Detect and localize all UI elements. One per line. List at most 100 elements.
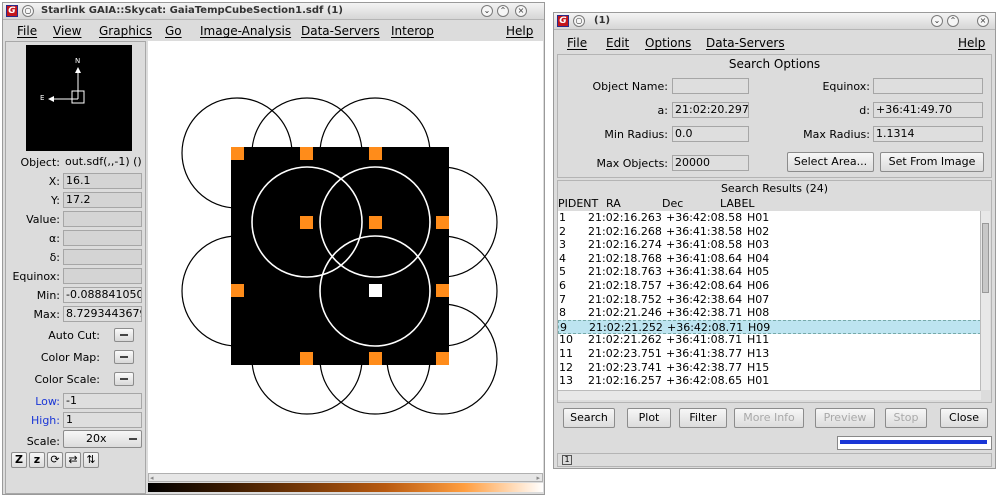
colorbar[interactable] xyxy=(148,483,543,492)
cell-dec: +36:41:08.58 xyxy=(666,238,743,252)
table-row[interactable]: 6 21:02:18.757 +36:42:08.64 H06 xyxy=(558,279,981,293)
table-row[interactable]: 13 21:02:16.257 +36:42:08.65 H01 xyxy=(558,374,981,388)
more-info-button[interactable]: More Info xyxy=(734,408,804,428)
compass-north-label: N xyxy=(75,57,81,65)
cell-ra: 21:02:16.274 xyxy=(588,238,662,252)
column-header-ra[interactable]: RA xyxy=(606,197,621,210)
column-header-label[interactable]: LABEL xyxy=(720,197,755,210)
table-row[interactable]: 10 21:02:21.262 +36:41:08.71 H11 xyxy=(558,333,981,347)
cell-ra: 21:02:16.268 xyxy=(588,224,662,238)
menu-options[interactable]: Options xyxy=(645,36,691,50)
cell-ra: 21:02:21.262 xyxy=(588,333,662,347)
max-objects-input[interactable]: 20000 xyxy=(672,155,749,171)
cell-label: H06 xyxy=(747,279,770,292)
equinox-input[interactable] xyxy=(873,78,983,94)
search-options-heading: Search Options xyxy=(728,57,821,71)
scale-label: Scale: xyxy=(26,435,60,448)
zoom-in-button[interactable]: Z xyxy=(11,452,27,468)
panner[interactable]: N E xyxy=(26,45,132,151)
gaia-titlebar[interactable]: G ○ Starlink GAIA::Skycat: GaiaTempCubeS… xyxy=(3,3,544,20)
cell-ra: 21:02:18.752 xyxy=(588,292,662,306)
a-input[interactable]: 21:02:20.297 xyxy=(672,102,749,118)
table-row[interactable]: 5 21:02:18.763 +36:41:38.64 H05 xyxy=(558,265,981,279)
column-header-pident[interactable]: PIDENT xyxy=(558,197,598,210)
min-label: Min: xyxy=(36,289,60,302)
menu-interop[interactable]: Interop xyxy=(391,24,434,38)
minimize-icon[interactable]: ⌄ xyxy=(931,15,943,27)
catalog-window-title: (1) xyxy=(594,15,611,26)
menu-data-servers[interactable]: Data-Servers xyxy=(706,36,785,50)
menu-image-analysis[interactable]: Image-Analysis xyxy=(200,24,291,38)
cell-label: H01 xyxy=(747,211,770,224)
preview-button[interactable]: Preview xyxy=(815,408,875,428)
horizontal-scrollbar[interactable]: ◂ ▸ xyxy=(148,473,543,482)
high-field[interactable]: 1 xyxy=(63,412,142,428)
table-row[interactable]: 8 21:02:21.246 +36:42:38.71 H08 xyxy=(558,306,981,320)
window-menu-icon[interactable]: ○ xyxy=(573,15,585,27)
close-icon[interactable]: × xyxy=(515,5,527,17)
progress-fill xyxy=(840,440,987,444)
menu-help[interactable]: Help xyxy=(958,36,985,50)
d-input[interactable]: +36:41:49.70 xyxy=(873,102,983,118)
results-table[interactable]: 1 21:02:16.263 +36:42:08.58 H01 2 21:02:16.26… xyxy=(558,211,981,390)
filter-button[interactable]: Filter xyxy=(679,408,727,428)
stop-button[interactable]: Stop xyxy=(885,408,927,428)
set-from-image-button[interactable]: Set From Image xyxy=(880,152,984,172)
select-area-button[interactable]: Select Area... xyxy=(787,152,874,172)
rotate-button[interactable]: ⟳ xyxy=(47,452,63,468)
menu-help[interactable]: Help xyxy=(506,24,533,38)
flip-y-button[interactable]: ⇅ xyxy=(83,452,99,468)
window-menu-icon[interactable]: ○ xyxy=(22,5,34,17)
menu-view[interactable]: View xyxy=(53,24,81,38)
maximize-icon[interactable]: ⌃ xyxy=(497,5,509,17)
menu-go[interactable]: Go xyxy=(165,24,182,38)
search-button[interactable]: Search xyxy=(563,408,615,428)
cell-dec: +36:42:08.65 xyxy=(666,374,743,388)
table-row[interactable]: 2 21:02:16.268 +36:41:38.58 H02 xyxy=(558,225,981,239)
plot-button[interactable]: Plot xyxy=(627,408,671,428)
max-label: Max: xyxy=(33,308,60,321)
table-row[interactable]: 11 21:02:23.751 +36:41:38.77 H13 xyxy=(558,347,981,361)
flip-x-button[interactable]: ⇄ xyxy=(65,452,81,468)
scroll-left-icon[interactable]: ◂ xyxy=(150,474,154,482)
zoom-out-button[interactable]: z xyxy=(29,452,45,468)
colormap-menu-button[interactable] xyxy=(114,350,134,364)
menu-graphics[interactable]: Graphics xyxy=(99,24,152,38)
scroll-right-icon[interactable]: ▸ xyxy=(536,474,540,482)
autocut-menu-button[interactable] xyxy=(114,328,134,342)
scrollbar-thumb[interactable] xyxy=(982,223,989,293)
menu-edit[interactable]: Edit xyxy=(606,36,629,50)
search-results-heading: Search Results (24) xyxy=(720,182,829,195)
table-row[interactable]: 12 21:02:23.741 +36:42:38.77 H15 xyxy=(558,361,981,375)
menu-file[interactable]: File xyxy=(567,36,587,50)
table-row[interactable]: 3 21:02:16.274 +36:41:08.58 H03 xyxy=(558,238,981,252)
catalog-titlebar[interactable]: G ○ (1) ⌄ ⌃ × xyxy=(554,13,995,30)
low-field[interactable]: -1 xyxy=(63,393,142,409)
max-objects-label: Max Objects: xyxy=(596,157,669,170)
high-label: High: xyxy=(31,414,60,427)
column-header-dec[interactable]: Dec xyxy=(662,197,683,210)
scale-menu-button[interactable]: 20x xyxy=(63,430,142,448)
max-radius-input[interactable]: 1.1314 xyxy=(873,126,983,142)
table-row[interactable]: 1 21:02:16.263 +36:42:08.58 H01 xyxy=(558,211,981,225)
cell-pident: 11 xyxy=(559,347,573,360)
menu-file[interactable]: File xyxy=(17,24,37,38)
close-button[interactable]: Close xyxy=(940,408,988,428)
table-row[interactable]: 4 21:02:18.768 +36:41:08.64 H04 xyxy=(558,252,981,266)
vertical-scrollbar[interactable] xyxy=(980,211,990,390)
menu-data-servers[interactable]: Data-Servers xyxy=(301,24,380,38)
table-row[interactable]: 9 21:02:21.252 +36:42:08.71 H09 xyxy=(558,319,981,334)
info-panel: N E Object: out.sdf(,,-1) () X: 16.1 Y: … xyxy=(5,41,146,494)
close-icon[interactable]: × xyxy=(977,15,989,27)
delta-field xyxy=(63,249,142,265)
object-name-input[interactable] xyxy=(672,78,749,94)
maximize-icon[interactable]: ⌃ xyxy=(947,15,959,27)
compass-east-label: E xyxy=(40,94,45,102)
results-horizontal-scrollbar[interactable] xyxy=(558,390,981,400)
min-radius-input[interactable]: 0.0 xyxy=(672,126,749,142)
image-canvas[interactable] xyxy=(148,41,543,473)
colorscale-menu-button[interactable] xyxy=(114,372,134,386)
table-row[interactable]: 7 21:02:18.752 +36:42:38.64 H07 xyxy=(558,293,981,307)
minimize-icon[interactable]: ⌄ xyxy=(481,5,493,17)
cell-pident: 12 xyxy=(559,360,573,374)
